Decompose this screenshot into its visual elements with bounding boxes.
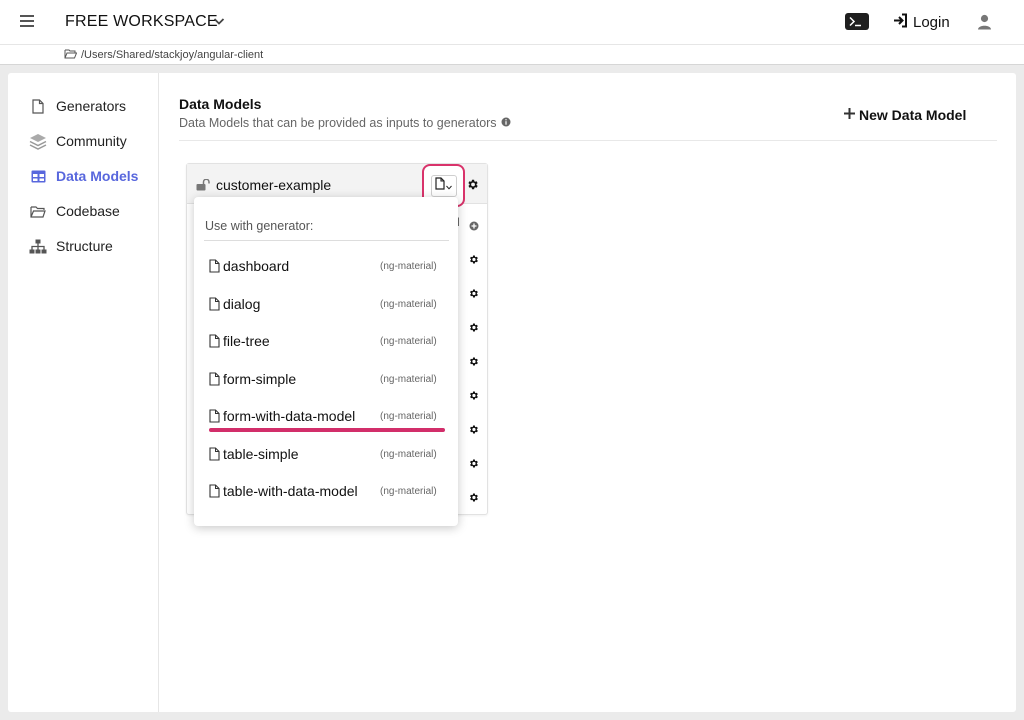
page-subtitle-text: Data Models that can be provided as inpu… bbox=[179, 116, 497, 130]
workspace-title[interactable]: FREE WORKSPACE bbox=[65, 13, 218, 31]
gear-icon[interactable] bbox=[468, 320, 479, 338]
sign-in-icon bbox=[893, 13, 908, 32]
file-icon bbox=[209, 259, 220, 273]
workspace-path: /Users/Shared/stackjoy/angular-client bbox=[64, 48, 263, 62]
unlock-icon[interactable] bbox=[196, 178, 211, 196]
header-divider bbox=[179, 140, 997, 141]
generator-name: table-with-data-model bbox=[223, 483, 358, 499]
generator-tag: (ng-material) bbox=[380, 448, 437, 460]
gear-icon[interactable] bbox=[468, 252, 479, 270]
sidebar-item-data-models[interactable]: Data Models bbox=[28, 166, 138, 186]
file-icon bbox=[209, 372, 220, 386]
data-model-name: customer-example bbox=[216, 177, 332, 193]
gear-icon[interactable] bbox=[468, 422, 479, 440]
table-icon bbox=[28, 170, 48, 183]
dropdown-header: Use with generator: bbox=[205, 219, 314, 233]
sidebar: Generators Community Data Models Codebas… bbox=[8, 73, 159, 712]
menu-icon[interactable] bbox=[20, 15, 34, 27]
dropdown-divider bbox=[204, 240, 449, 241]
plus-icon bbox=[843, 107, 856, 123]
file-icon bbox=[435, 176, 445, 195]
page-subtitle: Data Models that can be provided as inpu… bbox=[179, 116, 511, 130]
gear-icon[interactable] bbox=[466, 178, 479, 196]
gear-icon[interactable] bbox=[468, 456, 479, 474]
sidebar-item-structure[interactable]: Structure bbox=[28, 236, 113, 256]
gear-icon[interactable] bbox=[468, 490, 479, 508]
generator-name: form-simple bbox=[223, 371, 297, 387]
top-bar: FREE WORKSPACE Login bbox=[0, 0, 1024, 45]
dropdown-item-form-with-data-model[interactable]: form-with-data-model (ng-material) bbox=[209, 406, 449, 426]
folder-open-icon bbox=[64, 48, 78, 62]
sidebar-item-label: Codebase bbox=[56, 203, 120, 219]
login-label: Login bbox=[913, 13, 950, 31]
file-icon bbox=[28, 98, 48, 114]
new-data-model-label: New Data Model bbox=[859, 107, 967, 123]
gear-icon[interactable] bbox=[468, 286, 479, 304]
generator-tag: (ng-material) bbox=[380, 260, 437, 272]
gear-icon[interactable] bbox=[468, 354, 479, 372]
chevron-down-icon[interactable] bbox=[212, 14, 226, 33]
dropdown-item-form-simple[interactable]: form-simple (ng-material) bbox=[209, 369, 449, 389]
file-icon bbox=[209, 334, 220, 348]
path-text: /Users/Shared/stackjoy/angular-client bbox=[81, 49, 264, 61]
dropdown-item-table-simple[interactable]: table-simple (ng-material) bbox=[209, 444, 449, 464]
dropdown-item-dashboard[interactable]: dashboard (ng-material) bbox=[209, 256, 449, 276]
sidebar-item-codebase[interactable]: Codebase bbox=[28, 201, 120, 221]
dropdown-item-dialog[interactable]: dialog (ng-material) bbox=[209, 294, 449, 314]
file-icon bbox=[209, 447, 220, 461]
new-data-model-button[interactable]: New Data Model bbox=[843, 107, 966, 123]
generator-name: dialog bbox=[223, 296, 261, 312]
add-circle-icon[interactable] bbox=[469, 218, 479, 236]
sidebar-item-label: Community bbox=[56, 133, 127, 149]
sidebar-item-generators[interactable]: Generators bbox=[28, 96, 126, 116]
sidebar-item-label: Data Models bbox=[56, 168, 139, 184]
main-card: Generators Community Data Models Codebas… bbox=[8, 73, 1016, 712]
highlight-underline bbox=[209, 428, 445, 432]
layers-icon bbox=[28, 133, 48, 150]
generator-tag: (ng-material) bbox=[380, 335, 437, 347]
caret-down-icon bbox=[446, 177, 452, 195]
generator-name: form-with-data-model bbox=[223, 408, 356, 424]
generator-name: table-simple bbox=[223, 446, 299, 462]
generator-tag: (ng-material) bbox=[380, 373, 437, 385]
file-icon bbox=[209, 297, 220, 311]
user-icon[interactable] bbox=[977, 14, 992, 35]
generator-name: dashboard bbox=[223, 258, 290, 274]
generator-dropdown: Use with generator: dashboard (ng-materi… bbox=[194, 197, 458, 526]
generator-name: file-tree bbox=[223, 333, 270, 349]
gear-icon[interactable] bbox=[468, 388, 479, 406]
file-icon bbox=[209, 409, 220, 423]
sidebar-item-community[interactable]: Community bbox=[28, 131, 127, 151]
folder-icon bbox=[28, 205, 48, 218]
login-button[interactable]: Login bbox=[893, 13, 950, 31]
generator-tag: (ng-material) bbox=[380, 410, 437, 422]
terminal-icon[interactable] bbox=[845, 13, 869, 30]
dropdown-item-table-with-data-model[interactable]: table-with-data-model (ng-material) bbox=[209, 481, 449, 501]
dropdown-item-file-tree[interactable]: file-tree (ng-material) bbox=[209, 331, 449, 351]
generator-tag: (ng-material) bbox=[380, 485, 437, 497]
page-title: Data Models bbox=[179, 96, 262, 112]
sidebar-item-label: Structure bbox=[56, 238, 113, 254]
file-icon bbox=[209, 484, 220, 498]
path-bar: /Users/Shared/stackjoy/angular-client bbox=[0, 45, 1024, 65]
info-icon[interactable] bbox=[501, 116, 511, 130]
sidebar-item-label: Generators bbox=[56, 98, 127, 114]
sitemap-icon bbox=[28, 239, 48, 254]
generator-tag: (ng-material) bbox=[380, 298, 437, 310]
